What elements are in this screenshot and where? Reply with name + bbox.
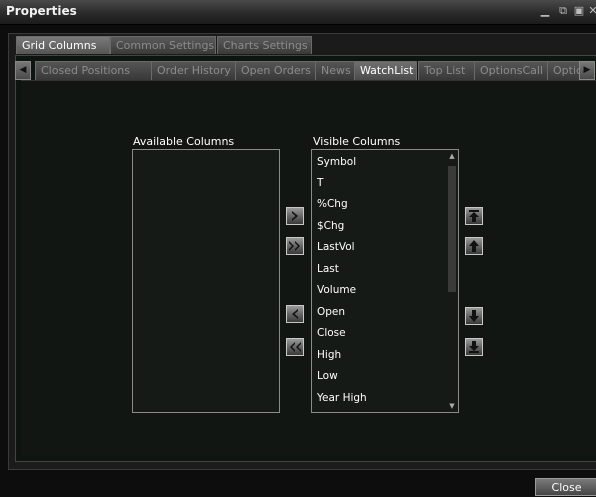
maximize-icon[interactable]: ▣ (572, 4, 586, 18)
remove-column-button[interactable] (286, 305, 304, 323)
list-item[interactable]: Open (317, 306, 345, 318)
list-item[interactable]: Year High (317, 392, 367, 404)
list-item[interactable]: Volume (317, 284, 356, 296)
double-chevron-right-icon (289, 241, 300, 251)
add-column-button[interactable] (286, 207, 304, 225)
list-item[interactable]: Symbol (317, 156, 356, 168)
visible-columns-list[interactable]: Symbol T %Chg $Chg LastVol Last Volume O… (311, 149, 459, 413)
list-item[interactable]: Low (317, 370, 338, 382)
list-item[interactable]: Close (317, 327, 346, 339)
list-item[interactable]: High (317, 349, 341, 361)
tab-common-settings[interactable]: Common Settings (110, 36, 216, 54)
tab-optionscall[interactable]: OptionsCall (474, 61, 552, 80)
tab-grid-columns[interactable]: Grid Columns (16, 36, 110, 54)
list-item[interactable]: $Chg (317, 220, 344, 232)
chevron-right-icon (292, 211, 298, 221)
chevron-left-icon (292, 309, 298, 319)
close-button[interactable]: Close (535, 478, 596, 496)
tab-open-orders[interactable]: Open Orders (235, 61, 318, 80)
visible-columns-label: Visible Columns (313, 135, 401, 148)
move-to-top-button[interactable] (465, 207, 483, 225)
add-all-columns-button[interactable] (286, 237, 304, 255)
view-tabs: ◀ Closed Positions Order History Open Or… (14, 60, 596, 80)
close-window-icon[interactable]: ✕ (586, 4, 596, 18)
tab-news[interactable]: News (315, 61, 359, 80)
tabs-scroll-right-icon[interactable]: ▶ (579, 61, 595, 80)
move-up-button[interactable] (465, 237, 483, 255)
list-item[interactable]: %Chg (317, 198, 348, 210)
arrow-down-icon (469, 310, 479, 322)
arrow-up-icon (469, 240, 479, 252)
visible-columns-scrollbar[interactable]: ▲ ▼ (448, 152, 456, 410)
restore-icon[interactable]: ⧉ (556, 4, 570, 18)
move-down-button[interactable] (465, 307, 483, 325)
remove-all-columns-button[interactable] (286, 338, 304, 356)
scroll-down-icon[interactable]: ▼ (448, 402, 456, 410)
tab-watchlist[interactable]: WatchList (354, 61, 417, 80)
arrow-down-to-bottom-icon (469, 341, 479, 353)
tab-order-history[interactable]: Order History (151, 61, 236, 80)
list-item[interactable]: Last (317, 263, 339, 275)
title-bar: Properties ▁ ⧉ ▣ ✕ (0, 0, 596, 25)
double-chevron-left-icon (290, 342, 301, 352)
list-item[interactable]: LastVol (317, 241, 355, 253)
columns-editor (21, 80, 596, 456)
arrow-up-to-top-icon (469, 210, 479, 222)
available-columns-label: Available Columns (133, 135, 235, 148)
scroll-thumb[interactable] (448, 166, 456, 292)
move-to-bottom-button[interactable] (465, 338, 483, 356)
list-item[interactable]: T (317, 177, 323, 189)
available-columns-list[interactable] (132, 149, 280, 413)
window-title: Properties (6, 4, 77, 18)
scroll-up-icon[interactable]: ▲ (448, 152, 456, 160)
tab-top-list[interactable]: Top List (418, 61, 478, 80)
minimize-icon[interactable]: ▁ (538, 4, 552, 18)
tab-charts-settings[interactable]: Charts Settings (217, 36, 312, 54)
tabs-scroll-left-icon[interactable]: ◀ (15, 61, 31, 80)
tab-closed-positions[interactable]: Closed Positions (35, 61, 152, 80)
